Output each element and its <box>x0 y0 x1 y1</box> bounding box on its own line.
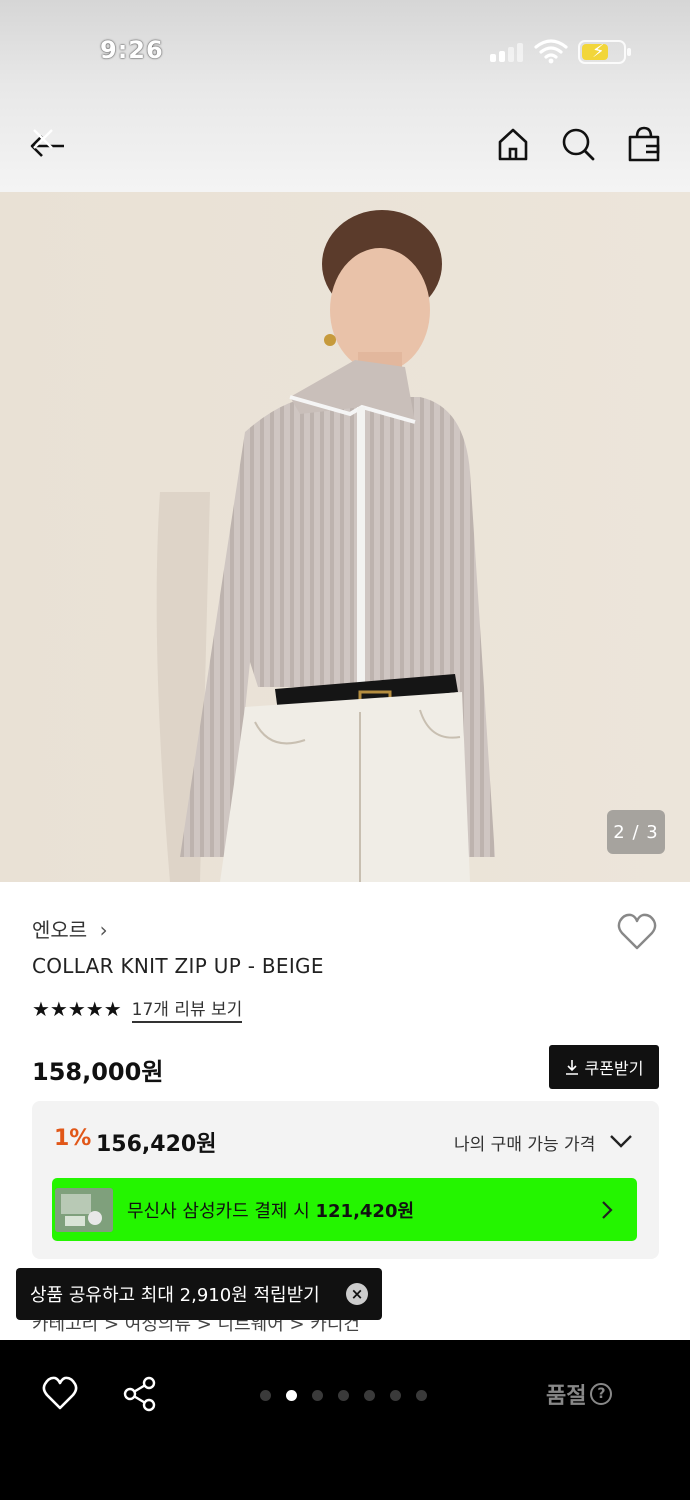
original-price: 158,000원 <box>32 1058 164 1086</box>
heart-icon[interactable] <box>42 1376 78 1412</box>
price-box: 1% 156,420원 나의 구매 가능 가격 무신사 삼성카드 결제 시 12… <box>32 1101 659 1259</box>
discount-percent: 1% <box>54 1126 92 1151</box>
soldout-button[interactable]: 품절 ? <box>546 1378 613 1410</box>
close-icon[interactable]: × <box>346 1283 368 1305</box>
pagination-dot[interactable] <box>390 1390 401 1401</box>
model-photo <box>0 192 690 882</box>
rating-row: ★★★★★ 17개 리뷰 보기 <box>32 995 243 1023</box>
brand-name: 엔오르 <box>32 918 88 942</box>
chevron-right-icon: › <box>99 918 108 942</box>
product-name: COLLAR KNIT ZIP UP - BEIGE <box>32 954 324 978</box>
bottom-bar: 품절 ? <box>0 1340 690 1500</box>
pagination-dot[interactable] <box>416 1390 427 1401</box>
shopping-bag-icon[interactable] <box>624 124 664 164</box>
card-thumbnail <box>55 1188 113 1232</box>
card-promo-banner[interactable]: 무신사 삼성카드 결제 시 121,420원 <box>52 1178 637 1241</box>
card-promo-text: 무신사 삼성카드 결제 시 121,420원 <box>127 1201 415 1222</box>
search-icon[interactable] <box>558 124 598 164</box>
share-toast: 상품 공유하고 최대 2,910원 적립받기 × <box>16 1268 382 1320</box>
status-time: 9:26 <box>100 36 164 64</box>
help-icon[interactable]: ? <box>590 1383 613 1405</box>
sale-price: 156,420원 <box>96 1132 217 1157</box>
home-icon[interactable] <box>493 124 533 164</box>
image-pagination <box>260 1390 427 1401</box>
share-icon[interactable] <box>122 1376 158 1412</box>
my-price-label[interactable]: 나의 구매 가능 가격 <box>454 1130 595 1155</box>
card-price: 121,420원 <box>315 1201 415 1222</box>
toast-message: 상품 공유하고 최대 2,910원 적립받기 <box>30 1285 320 1306</box>
coupon-button[interactable]: 쿠폰받기 <box>549 1045 659 1089</box>
battery-icon: ⚡ <box>578 40 631 64</box>
chevron-down-icon[interactable] <box>608 1129 634 1153</box>
chevron-right-icon <box>602 1201 613 1219</box>
pagination-dot[interactable] <box>312 1390 323 1401</box>
pagination-dot[interactable] <box>338 1390 349 1401</box>
coupon-label: 쿠폰받기 <box>584 1059 644 1078</box>
image-counter: 2 / 3 <box>607 810 665 854</box>
pagination-dot[interactable] <box>364 1390 375 1401</box>
heart-icon[interactable] <box>616 912 658 952</box>
pagination-dot[interactable] <box>260 1390 271 1401</box>
pagination-dot-active[interactable] <box>286 1390 297 1401</box>
top-bar: 9:26 ⚡ <box>0 0 690 192</box>
cellular-signal-icon <box>490 42 526 62</box>
back-arrow-icon[interactable] <box>28 124 68 164</box>
wifi-icon <box>534 39 568 64</box>
soldout-label: 품절 <box>546 1384 587 1409</box>
product-image[interactable]: 2 / 3 <box>0 192 690 882</box>
download-icon <box>565 1060 578 1075</box>
reviews-link[interactable]: 17개 리뷰 보기 <box>131 995 243 1023</box>
star-rating: ★★★★★ <box>32 997 122 1021</box>
brand-link[interactable]: 엔오르 › <box>32 914 108 943</box>
